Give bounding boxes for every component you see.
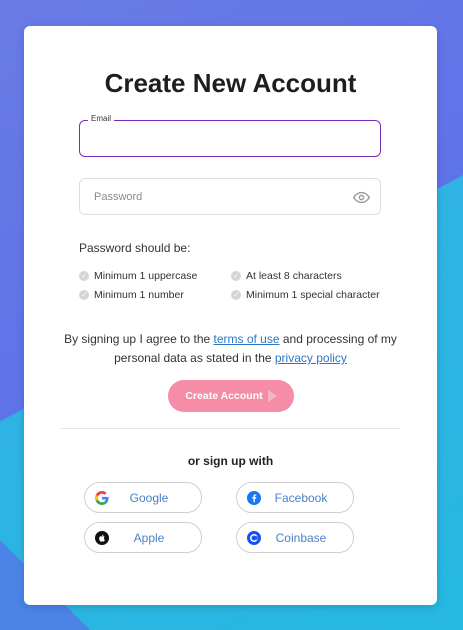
facebook-label: Facebook [274, 490, 328, 505]
check-icon: ✓ [79, 290, 89, 300]
password-placeholder: Password [94, 191, 143, 203]
requirement-label: At least 8 characters [246, 270, 342, 282]
page-title: Create New Account [104, 68, 357, 98]
coinbase-label: Coinbase [275, 530, 327, 545]
requirement-special: ✓ Minimum 1 special character [231, 289, 380, 301]
apple-signup-button[interactable]: Apple [84, 522, 202, 553]
requirement-uppercase: ✓ Minimum 1 uppercase [79, 270, 197, 282]
password-field[interactable]: Password [79, 178, 381, 215]
requirement-label: Minimum 1 uppercase [94, 270, 198, 282]
check-icon: ✓ [79, 271, 89, 281]
apple-label: Apple [133, 530, 165, 545]
email-field[interactable]: Email [79, 114, 381, 157]
email-label: Email [88, 114, 115, 123]
eye-icon[interactable] [353, 189, 370, 206]
google-signup-button[interactable]: Google [84, 482, 202, 513]
signup-card: Create New Account Email Password Passwo… [24, 26, 437, 605]
divider [61, 428, 400, 429]
check-icon: ✓ [231, 290, 241, 300]
requirement-number: ✓ Minimum 1 number [79, 289, 184, 301]
create-account-label: Create Account [185, 390, 263, 402]
play-icon [267, 390, 277, 402]
facebook-icon [247, 490, 261, 505]
password-requirements-heading: Password should be: [79, 241, 191, 255]
requirement-label: Minimum 1 number [94, 289, 184, 301]
requirement-length: ✓ At least 8 characters [231, 270, 342, 282]
coinbase-signup-button[interactable]: Coinbase [236, 522, 354, 553]
requirement-label: Minimum 1 special character [246, 289, 380, 301]
coinbase-icon [247, 530, 261, 545]
facebook-signup-button[interactable]: Facebook [236, 482, 354, 513]
terms-text: By signing up I agree to the terms of us… [64, 330, 397, 368]
check-icon: ✓ [231, 271, 241, 281]
alt-signup-label: or sign up with [187, 454, 274, 468]
terms-prefix: By signing up I agree to the [64, 332, 214, 346]
terms-of-use-link[interactable]: terms of use [214, 332, 280, 346]
apple-icon [95, 530, 109, 545]
privacy-policy-link[interactable]: privacy policy [275, 351, 347, 365]
google-icon [95, 490, 109, 505]
google-label: Google [129, 490, 169, 505]
create-account-button[interactable]: Create Account [168, 380, 294, 412]
